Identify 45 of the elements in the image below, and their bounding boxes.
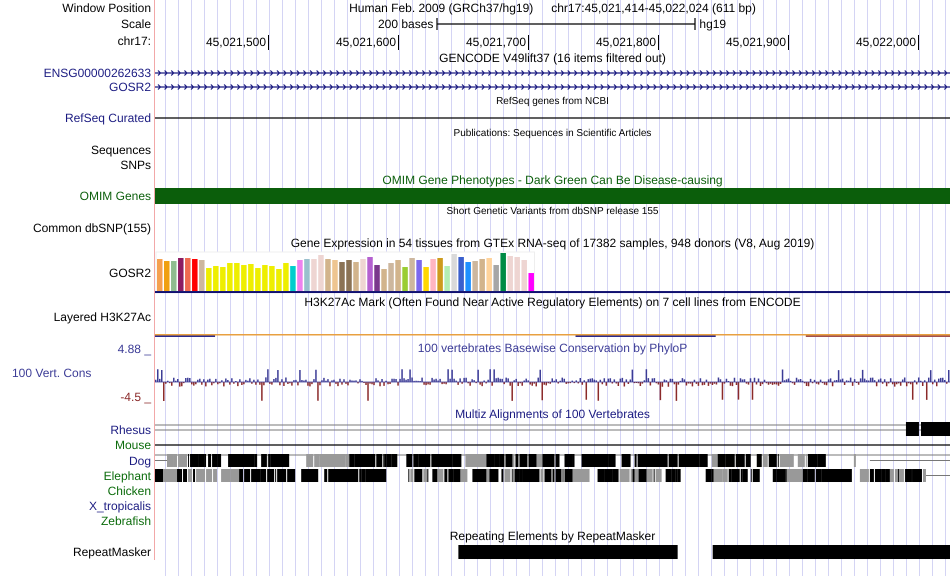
ruler-tick-label: 45,021,500 [155, 35, 269, 50]
track-label[interactable]: SNPs [120, 158, 151, 172]
track-label[interactable]: Rhesus [110, 422, 151, 436]
track-title: GENCODE V49lift37 (16 items filtered out) [439, 51, 666, 65]
expression-bars-drawing[interactable] [155, 251, 950, 294]
ruler-tick-label: 45,021,700 [399, 35, 529, 50]
scale-bar-icon [436, 18, 696, 30]
track-label[interactable]: Layered H3K27Ac [54, 310, 151, 324]
track-label[interactable]: Sequences [90, 142, 151, 156]
track-label[interactable]: OMIM Genes [80, 189, 151, 203]
track-label[interactable]: Chicken [108, 484, 151, 498]
track-label[interactable]: Zebrafish [100, 514, 151, 528]
track-label[interactable]: GOSR2 [108, 80, 151, 94]
assembly-label: hg19 [699, 17, 726, 31]
track-title: Gene Expression in 54 tissues from GTEx RNA-seq of 17382 samples, 948 donors (V8, Aug 2019) [290, 236, 814, 250]
chromosome-label: chr17: [118, 34, 151, 48]
track-label[interactable]: RefSeq Curated [64, 111, 151, 125]
track-label[interactable]: Elephant [104, 468, 151, 482]
assembly-title: Human Feb. 2009 (GRCh37/hg19) [349, 1, 534, 15]
axis-max-label: 4.88 _ [118, 342, 151, 356]
track-title: Repeating Elements by RepeatMasker [450, 529, 656, 543]
track-label[interactable]: Dog [128, 454, 151, 468]
track-title: RefSeq genes from NCBI [496, 95, 609, 109]
ruler-tick-label: 45,021,800 [529, 35, 659, 50]
track-title: Publications: Sequences in Scientific Articles [454, 127, 652, 141]
scale-text: 200 bases [378, 17, 434, 31]
scale-label: Scale [120, 17, 151, 31]
track-label[interactable]: X_tropicalis [88, 498, 151, 512]
track-title: OMIM Gene Phenotypes - Dark Green Can Be Disease-causing [382, 173, 723, 187]
track-title: Short Genetic Variants from dbSNP release 155 [446, 205, 658, 219]
window-position-label: Window Position [62, 1, 151, 15]
track-label[interactable]: RepeatMasker [72, 545, 151, 559]
track-title: Multiz Alignments of 100 Vertebrates [455, 407, 650, 421]
track-label[interactable]: GOSR2 [108, 266, 151, 280]
position-text: chr17:45,021,414-45,022,024 (611 bp) [551, 1, 756, 15]
track-title: H3K27Ac Mark (Often Found Near Active Regulatory Elements) on 7 cell lines from ENCODE [304, 295, 801, 309]
track-label[interactable]: ENSG00000262633 [44, 66, 151, 80]
ruler-tick-label: 45,022,000 [789, 35, 919, 50]
track-label[interactable]: Common dbSNP(155) [32, 220, 151, 234]
ruler-tick-label: 45,021,600 [269, 35, 399, 50]
ruler-tick-label: 45,021,900 [659, 35, 789, 50]
track-label[interactable]: 100 Vert. Cons [0, 366, 92, 380]
track-label[interactable]: Mouse [114, 438, 151, 452]
axis-min-label: -4.5 _ [120, 390, 151, 404]
track-title: 100 vertebrates Basewise Conservation by PhyloP [418, 341, 688, 355]
